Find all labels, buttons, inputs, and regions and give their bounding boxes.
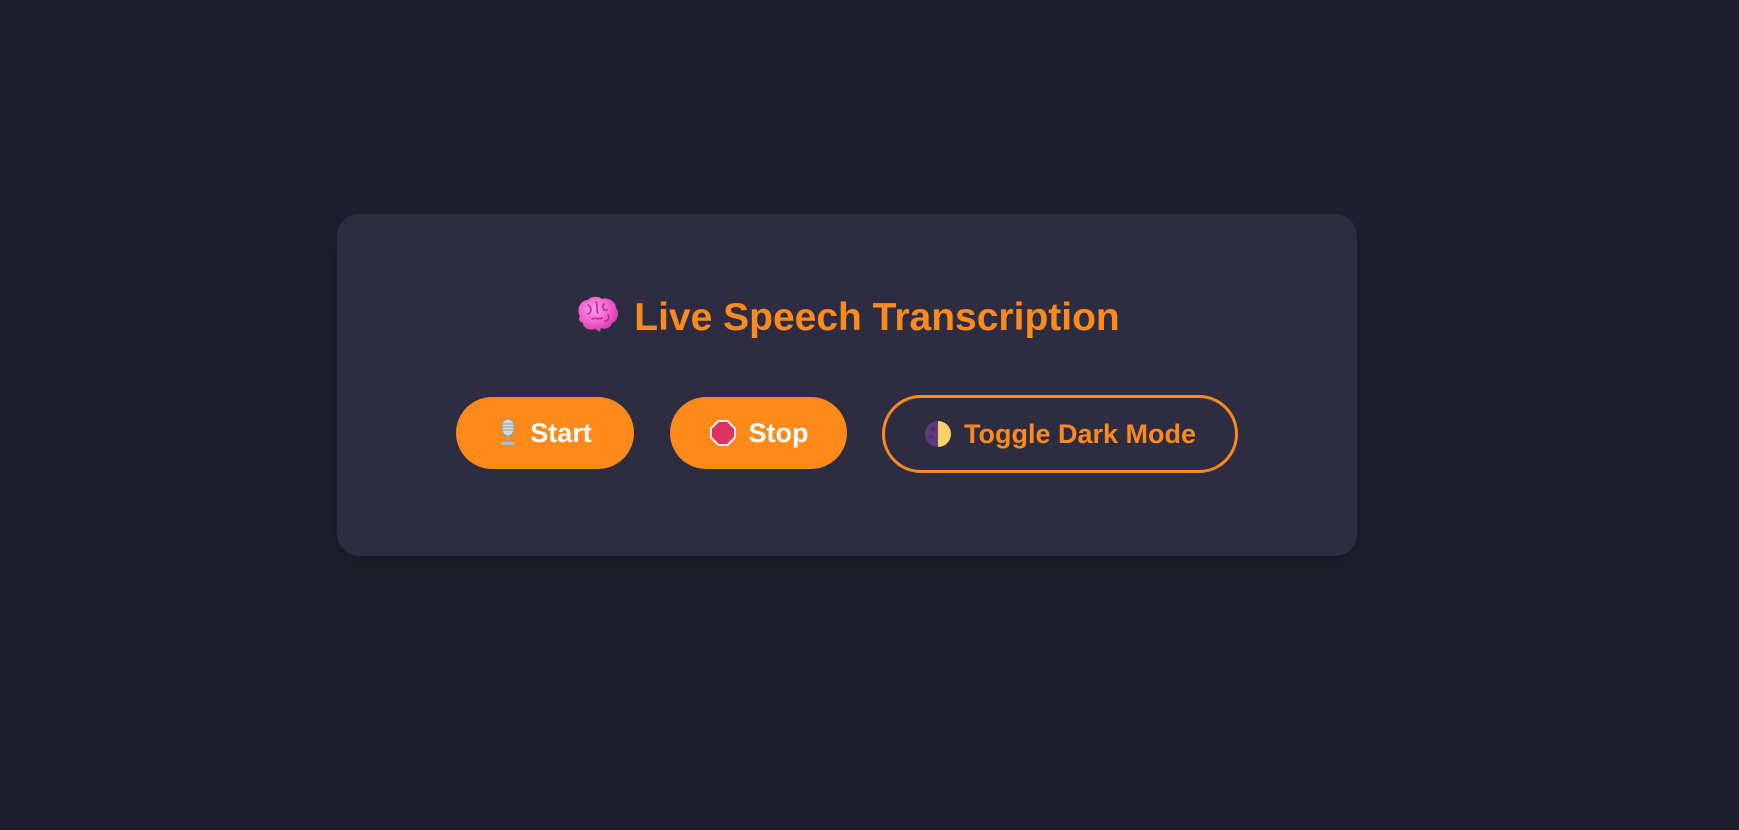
stop-button[interactable]: Stop [670, 397, 847, 469]
microphone-icon [498, 418, 518, 448]
brain-icon [574, 294, 620, 341]
start-button[interactable]: Start [456, 397, 634, 469]
half-moon-icon [924, 420, 952, 448]
page-title: Live Speech Transcription [337, 294, 1357, 341]
toggle-dark-mode-button[interactable]: Toggle Dark Mode [882, 395, 1238, 473]
page-title-text: Live Speech Transcription [634, 296, 1120, 339]
stop-button-label: Stop [748, 417, 809, 448]
stop-sign-icon [709, 419, 737, 447]
start-button-label: Start [530, 417, 592, 448]
transcription-card: Live Speech Transcription Start Stop Tog… [337, 214, 1357, 556]
toggle-dark-mode-label: Toggle Dark Mode [963, 418, 1197, 449]
